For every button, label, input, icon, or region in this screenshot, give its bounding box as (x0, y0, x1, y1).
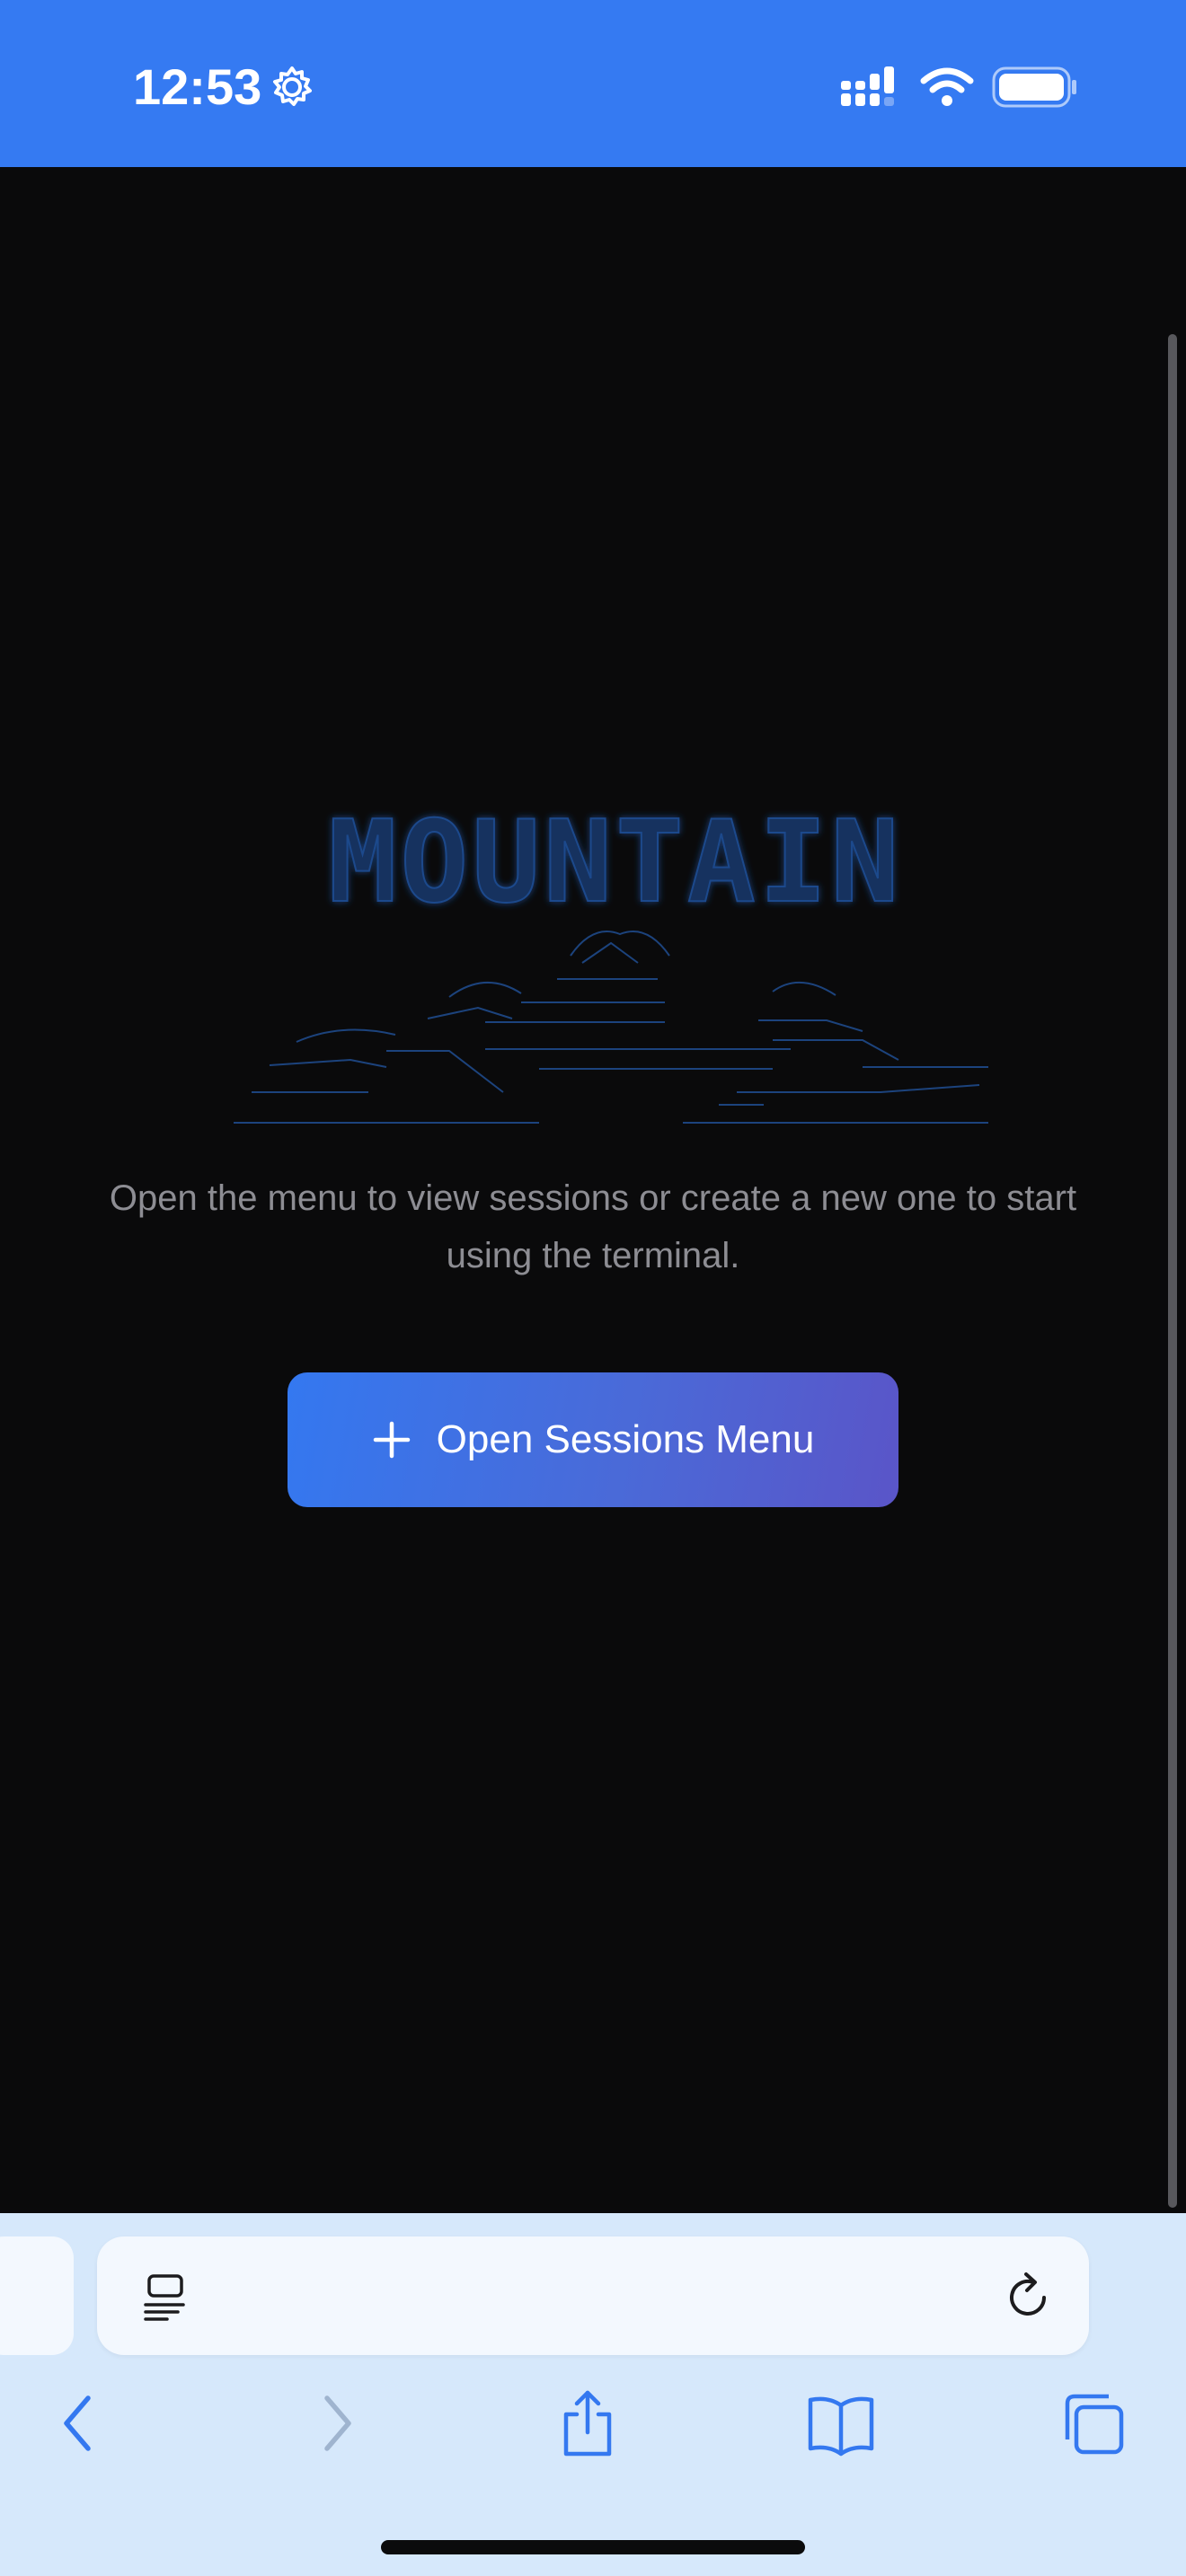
reader-icon[interactable] (142, 2272, 187, 2323)
scrollbar[interactable] (1168, 334, 1177, 2208)
empty-state-message: Open the menu to view sessions or create… (109, 1178, 1077, 1275)
open-sessions-menu-button[interactable]: Open Sessions Menu (288, 1372, 898, 1507)
logo-text: MOUNTAIN (329, 804, 903, 921)
bookmarks-icon[interactable] (807, 2389, 875, 2457)
app-page: 12:53 MOUNTAIN Open the menu to view ses… (0, 0, 1186, 2576)
wifi-icon (920, 67, 974, 106)
browser-toolbar (0, 2213, 1186, 2576)
home-indicator (381, 2540, 805, 2554)
reload-icon[interactable] (1003, 2271, 1055, 2323)
forward-icon[interactable] (314, 2389, 359, 2457)
open-sessions-menu-label: Open Sessions Menu (436, 1417, 815, 1461)
back-icon[interactable] (56, 2389, 101, 2457)
previous-tab-card[interactable] (0, 2236, 74, 2355)
address-bar[interactable] (97, 2236, 1089, 2355)
cellular-signal-icon (841, 66, 894, 106)
mountain-ascii-art (234, 931, 988, 1124)
tabs-icon[interactable] (1060, 2389, 1125, 2457)
status-bar: 12:53 (0, 0, 1186, 167)
share-icon[interactable] (557, 2389, 618, 2457)
battery-icon (992, 66, 1076, 108)
mountain-logo-wordmark: MOUNTAIN (328, 804, 903, 921)
plus-icon (373, 1421, 410, 1459)
status-time: 12:53 (133, 58, 262, 115)
settings-gear-icon (273, 66, 312, 106)
